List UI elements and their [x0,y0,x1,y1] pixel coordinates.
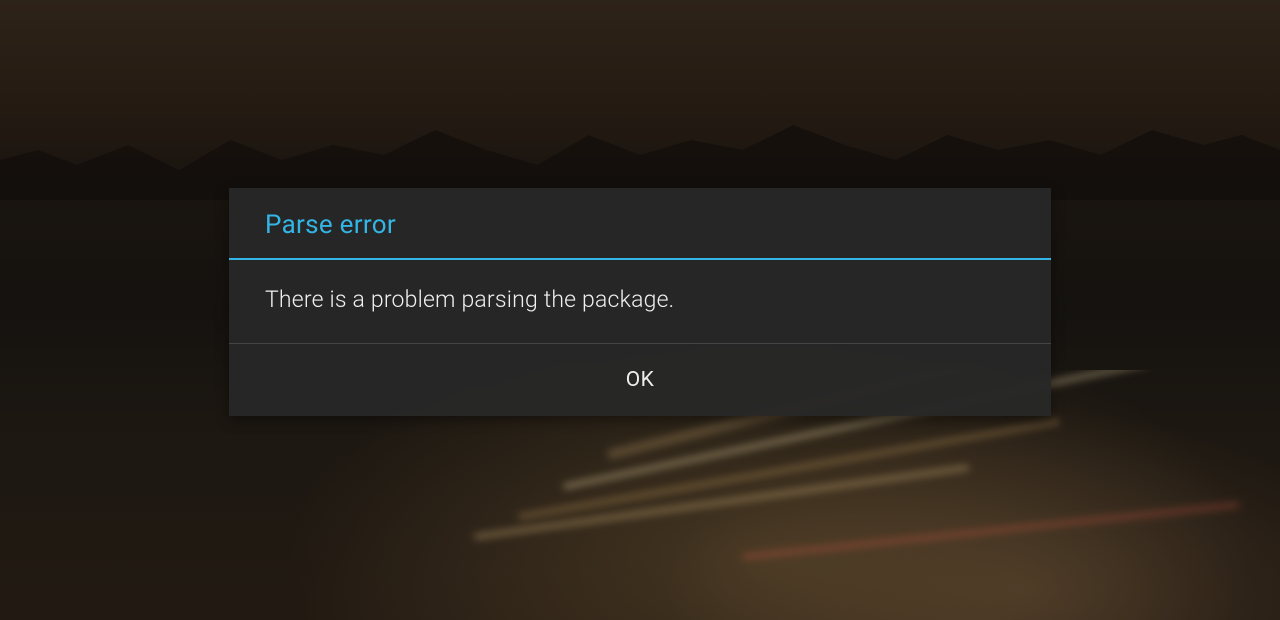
error-dialog: Parse error There is a problem parsing t… [229,188,1051,416]
dialog-title: Parse error [265,210,1015,240]
dialog-actions: OK [229,344,1051,416]
dialog-header: Parse error [229,188,1051,258]
dialog-message: There is a problem parsing the package. [265,286,1015,313]
ok-button[interactable]: OK [602,356,679,404]
dialog-body: There is a problem parsing the package. [229,260,1051,343]
